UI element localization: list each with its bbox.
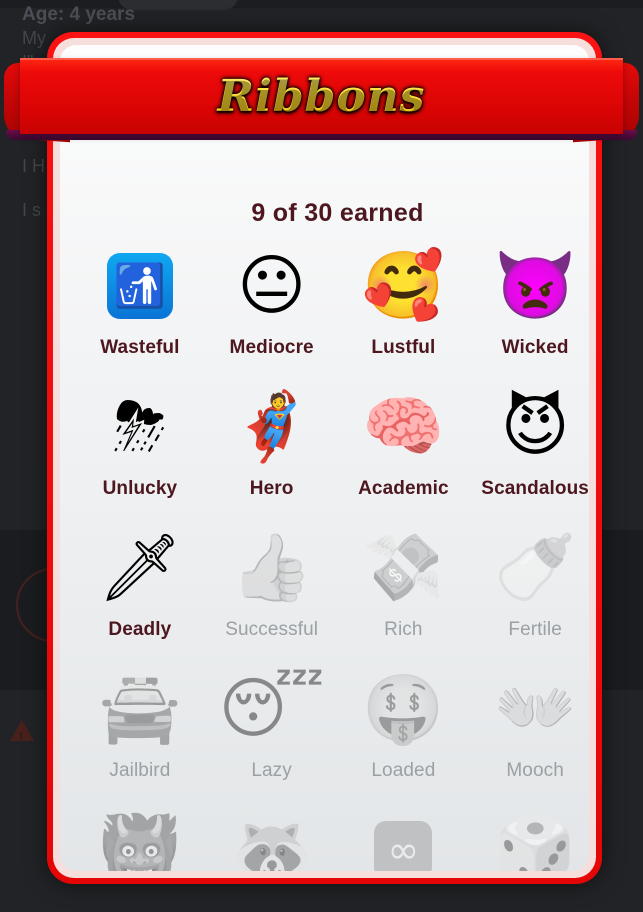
dialog-content: 9 of 30 earned 🚮 Wasteful 😐 Mediocre 🥰 Lustfu…	[60, 45, 589, 871]
police-car-icon[interactable]: 🚔	[103, 672, 177, 746]
ribbon-cell[interactable]: 🧠 Academic	[338, 384, 470, 525]
litter-in-bin-sign-icon[interactable]: 🚮	[103, 249, 177, 323]
ribbon-label: Loaded	[371, 760, 435, 782]
ribbon-banner: Ribbons	[0, 58, 643, 140]
background-age-line: Age: 4 years	[22, 4, 135, 26]
ribbon-label: Wasteful	[100, 337, 179, 359]
superhero-icon[interactable]: 🦸	[235, 390, 309, 464]
sleeping-face-icon[interactable]: 😴	[235, 672, 309, 746]
ribbon-cell[interactable]: 🤑 Loaded	[338, 666, 470, 807]
neutral-face-icon[interactable]: 😐	[235, 249, 309, 323]
ribbon-cell[interactable]: ⛈ Unlucky	[74, 384, 206, 525]
ribbon-label: Lustful	[371, 337, 435, 359]
ribbon-cell[interactable]: 👐 Mooch	[469, 666, 589, 807]
ribbon-cell[interactable]: 🥰 Lustful	[338, 243, 470, 384]
ribbon-cell[interactable]: 🚔 Jailbird	[74, 666, 206, 807]
thumbs-up-icon[interactable]: 👍	[235, 531, 309, 605]
ribbons-dialog: 9 of 30 earned 🚮 Wasteful 😐 Mediocre 🥰 Lustfu…	[47, 32, 602, 884]
dagger-icon[interactable]: 🗡	[103, 531, 177, 605]
background-line-1: My	[22, 28, 46, 49]
ribbon-cell[interactable]: 😈 Scandalous	[469, 384, 589, 525]
ribbon-cell[interactable]: 🗡 Deadly	[74, 525, 206, 666]
ribbon-label: Hero	[250, 478, 294, 500]
ribbon-cell[interactable]: 🦝	[206, 807, 338, 871]
ribbon-label: Rich	[384, 619, 422, 641]
open-hands-icon[interactable]: 👐	[498, 672, 572, 746]
infinity-tile: ∞	[374, 821, 432, 871]
ribbon-cell[interactable]: 🍼 Fertile	[469, 525, 589, 666]
smiling-face-with-horns-icon[interactable]: 😈	[498, 390, 572, 464]
smiling-face-with-hearts-icon[interactable]: 🥰	[366, 249, 440, 323]
ribbon-label: Wicked	[502, 337, 569, 359]
brain-icon[interactable]: 🧠	[366, 390, 440, 464]
earned-counter: 9 of 30 earned	[60, 199, 589, 228]
baby-bottle-icon[interactable]: 🍼	[498, 531, 572, 605]
ribbons-grid: 🚮 Wasteful 😐 Mediocre 🥰 Lustful 👿 Wicked ⛈ Unluck…	[74, 243, 589, 871]
notch	[118, 0, 238, 10]
ribbon-label: Mediocre	[230, 337, 314, 359]
dialog-title: Ribbons	[20, 58, 623, 134]
ribbon-cell[interactable]: ∞	[338, 807, 470, 871]
ribbon-cell[interactable]: 🚮 Wasteful	[74, 243, 206, 384]
ribbon-cell[interactable]: 👹	[74, 807, 206, 871]
screen: Age: 4 years My I" I H I s ! 9 of 30 ear…	[0, 0, 643, 912]
angry-face-with-horns-icon[interactable]: 👿	[498, 249, 572, 323]
ribbon-label: Unlucky	[103, 478, 178, 500]
infinity-icon[interactable]: ∞	[366, 813, 440, 871]
ribbon-cell[interactable]: 💸 Rich	[338, 525, 470, 666]
ribbon-cell[interactable]: 😴 Lazy	[206, 666, 338, 807]
raccoon-icon[interactable]: 🦝	[235, 813, 309, 871]
ribbon-cell[interactable]: 🎲	[469, 807, 589, 871]
background-line-4: I s	[22, 200, 41, 221]
ribbon-label: Mooch	[506, 760, 564, 782]
ribbon-label: Jailbird	[109, 760, 170, 782]
troll-icon[interactable]: 👹	[103, 813, 177, 871]
ribbon-label: Lazy	[251, 760, 292, 782]
ribbon-band: Ribbons	[20, 58, 623, 134]
money-with-wings-icon[interactable]: 💸	[366, 531, 440, 605]
ribbon-label: Academic	[358, 478, 449, 500]
ribbon-cell[interactable]: 🦸 Hero	[206, 384, 338, 525]
ribbon-cell[interactable]: 😐 Mediocre	[206, 243, 338, 384]
money-mouth-face-icon[interactable]: 🤑	[366, 672, 440, 746]
dialog-inner-border: 9 of 30 earned 🚮 Wasteful 😐 Mediocre 🥰 Lustfu…	[53, 38, 596, 878]
ribbon-cell[interactable]: 👍 Successful	[206, 525, 338, 666]
warning-exclamation: !	[19, 731, 23, 743]
cloud-with-lightning-and-rain-icon[interactable]: ⛈	[103, 390, 177, 464]
ribbon-cell[interactable]: 👿 Wicked	[469, 243, 589, 384]
litter-sign-tile: 🚮	[107, 253, 173, 319]
ribbon-label: Fertile	[508, 619, 562, 641]
ribbon-label: Scandalous	[481, 478, 589, 500]
ribbon-label: Successful	[225, 619, 318, 641]
ribbon-label: Deadly	[108, 619, 171, 641]
background-line-3: I H	[22, 156, 45, 177]
game-die-icon[interactable]: 🎲	[498, 813, 572, 871]
